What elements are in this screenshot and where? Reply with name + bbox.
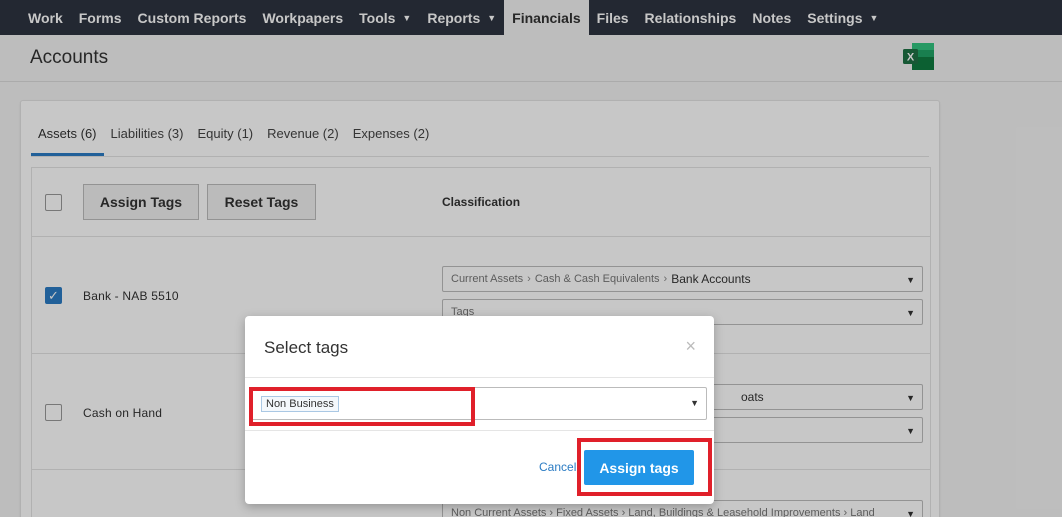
- close-icon[interactable]: ×: [685, 336, 696, 357]
- cancel-button[interactable]: Cancel: [539, 460, 576, 474]
- modal-title: Select tags: [264, 338, 349, 357]
- divider: [245, 377, 714, 378]
- divider: [245, 430, 714, 431]
- highlight-box-tag-input: [249, 387, 475, 426]
- dropdown-arrow-icon: ▼: [690, 398, 699, 408]
- highlight-box-assign-button: [577, 438, 712, 496]
